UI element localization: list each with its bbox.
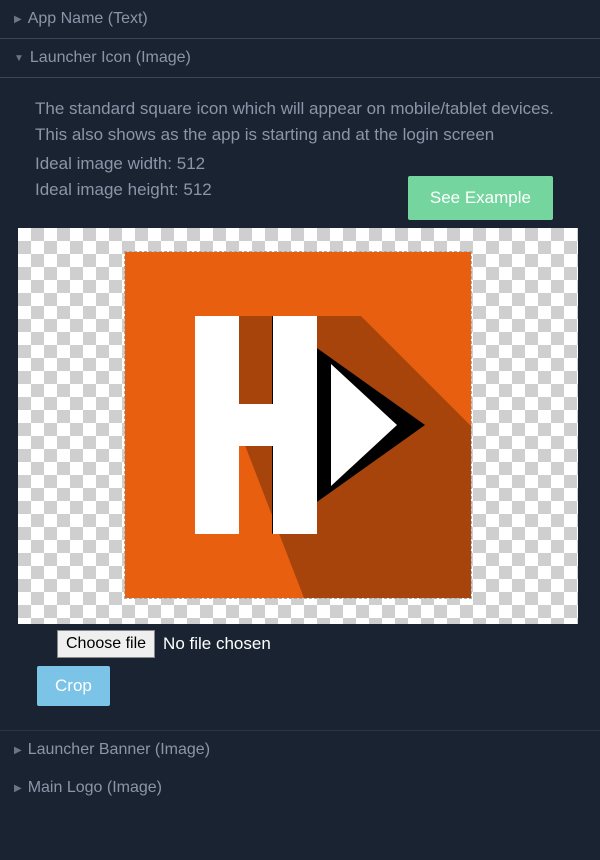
crop-button[interactable]: Crop — [37, 666, 110, 706]
chevron-right-icon: ▶ — [14, 14, 22, 25]
crop-region[interactable] — [125, 252, 471, 598]
see-example-button[interactable]: See Example — [408, 176, 553, 220]
uploaded-icon-preview — [125, 252, 471, 598]
section-launcher-banner[interactable]: ▶ Launcher Banner (Image) — [0, 731, 600, 769]
section-label: Main Logo (Image) — [28, 779, 162, 797]
section-app-name[interactable]: ▶ App Name (Text) — [0, 0, 600, 38]
section-label: App Name (Text) — [28, 10, 148, 28]
section-launcher-icon[interactable]: ▼ Launcher Icon (Image) — [0, 38, 600, 78]
section-label: Launcher Icon (Image) — [30, 49, 191, 67]
image-preview-area[interactable] — [18, 228, 578, 624]
section-label: Launcher Banner (Image) — [28, 741, 210, 759]
ideal-width-text: Ideal image width: 512 — [35, 151, 565, 177]
chevron-right-icon: ▶ — [14, 783, 22, 794]
launcher-icon-panel: The standard square icon which will appe… — [0, 78, 600, 716]
section-main-logo[interactable]: ▶ Main Logo (Image) — [0, 769, 600, 807]
chevron-right-icon: ▶ — [14, 745, 22, 756]
launcher-icon-description: The standard square icon which will appe… — [35, 96, 565, 149]
icon-hd-logo — [125, 252, 471, 598]
choose-file-button[interactable]: Choose file — [57, 630, 155, 658]
file-chosen-status: No file chosen — [163, 634, 271, 654]
chevron-down-icon: ▼ — [14, 53, 24, 64]
